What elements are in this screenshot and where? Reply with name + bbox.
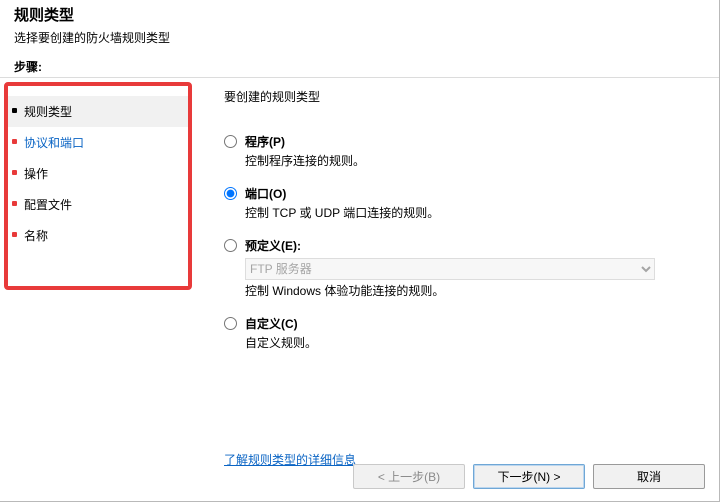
wizard-window: 规则类型 选择要创建的防火墙规则类型 步骤: 规则类型 协议和端口 操作 — [0, 0, 720, 502]
radio-custom[interactable] — [224, 317, 237, 330]
radio-port[interactable] — [224, 187, 237, 200]
sidebar-item-label: 操作 — [24, 167, 48, 181]
option-program: 程序(P) 控制程序连接的规则。 — [224, 133, 699, 169]
option-body: 自定义(C) 自定义规则。 — [245, 315, 699, 351]
header: 规则类型 选择要创建的防火墙规则类型 — [0, 0, 719, 58]
lead-text: 要创建的规则类型 — [224, 88, 699, 105]
cancel-button[interactable]: 取消 — [593, 464, 705, 489]
option-body: 预定义(E): FTP 服务器 控制 Windows 体验功能连接的规则。 — [245, 237, 699, 299]
predefined-combo-wrap: FTP 服务器 — [245, 258, 655, 280]
bullet-icon — [12, 201, 17, 206]
page-title: 规则类型 — [14, 4, 705, 25]
sidebar-item-name[interactable]: 名称 — [8, 220, 188, 251]
option-body: 端口(O) 控制 TCP 或 UDP 端口连接的规则。 — [245, 185, 699, 221]
page-subtitle: 选择要创建的防火墙规则类型 — [14, 29, 705, 46]
sidebar-item-action[interactable]: 操作 — [8, 158, 188, 189]
learn-more-link[interactable]: 了解规则类型的详细信息 — [224, 451, 356, 468]
sidebar-item-label: 规则类型 — [24, 105, 72, 119]
body: 规则类型 协议和端口 操作 配置文件 名称 — [0, 78, 719, 468]
sidebar-item-protocol-port[interactable]: 协议和端口 — [8, 127, 188, 158]
option-custom: 自定义(C) 自定义规则。 — [224, 315, 699, 351]
option-body: 程序(P) 控制程序连接的规则。 — [245, 133, 699, 169]
bullet-icon — [12, 108, 17, 113]
option-desc: 自定义规则。 — [245, 334, 699, 351]
option-title: 预定义(E): — [245, 237, 699, 254]
sidebar-item-label: 协议和端口 — [24, 136, 84, 150]
predefined-combo[interactable]: FTP 服务器 — [245, 258, 655, 280]
option-title: 端口(O) — [245, 185, 699, 202]
next-button[interactable]: 下一步(N) > — [473, 464, 585, 489]
sidebar: 规则类型 协议和端口 操作 配置文件 名称 — [0, 78, 196, 468]
bullet-icon — [12, 232, 17, 237]
steps-heading: 步骤: — [14, 58, 719, 75]
sidebar-item-rule-type[interactable]: 规则类型 — [8, 96, 188, 127]
option-desc: 控制程序连接的规则。 — [245, 152, 699, 169]
sidebar-item-label: 配置文件 — [24, 198, 72, 212]
option-title: 程序(P) — [245, 133, 699, 150]
main-panel: 要创建的规则类型 程序(P) 控制程序连接的规则。 端口(O) 控制 TCP 或… — [196, 78, 719, 468]
option-predefined: 预定义(E): FTP 服务器 控制 Windows 体验功能连接的规则。 — [224, 237, 699, 299]
option-desc: 控制 TCP 或 UDP 端口连接的规则。 — [245, 204, 699, 221]
sidebar-item-label: 名称 — [24, 229, 48, 243]
option-title: 自定义(C) — [245, 315, 699, 332]
radio-program[interactable] — [224, 135, 237, 148]
back-button[interactable]: < 上一步(B) — [353, 464, 465, 489]
highlight-box: 规则类型 协议和端口 操作 配置文件 名称 — [4, 82, 192, 290]
bullet-icon — [12, 170, 17, 175]
radio-predefined[interactable] — [224, 239, 237, 252]
footer: < 上一步(B) 下一步(N) > 取消 — [353, 464, 705, 489]
bullet-icon — [12, 139, 17, 144]
option-desc: 控制 Windows 体验功能连接的规则。 — [245, 282, 699, 299]
option-port: 端口(O) 控制 TCP 或 UDP 端口连接的规则。 — [224, 185, 699, 221]
sidebar-item-profile[interactable]: 配置文件 — [8, 189, 188, 220]
